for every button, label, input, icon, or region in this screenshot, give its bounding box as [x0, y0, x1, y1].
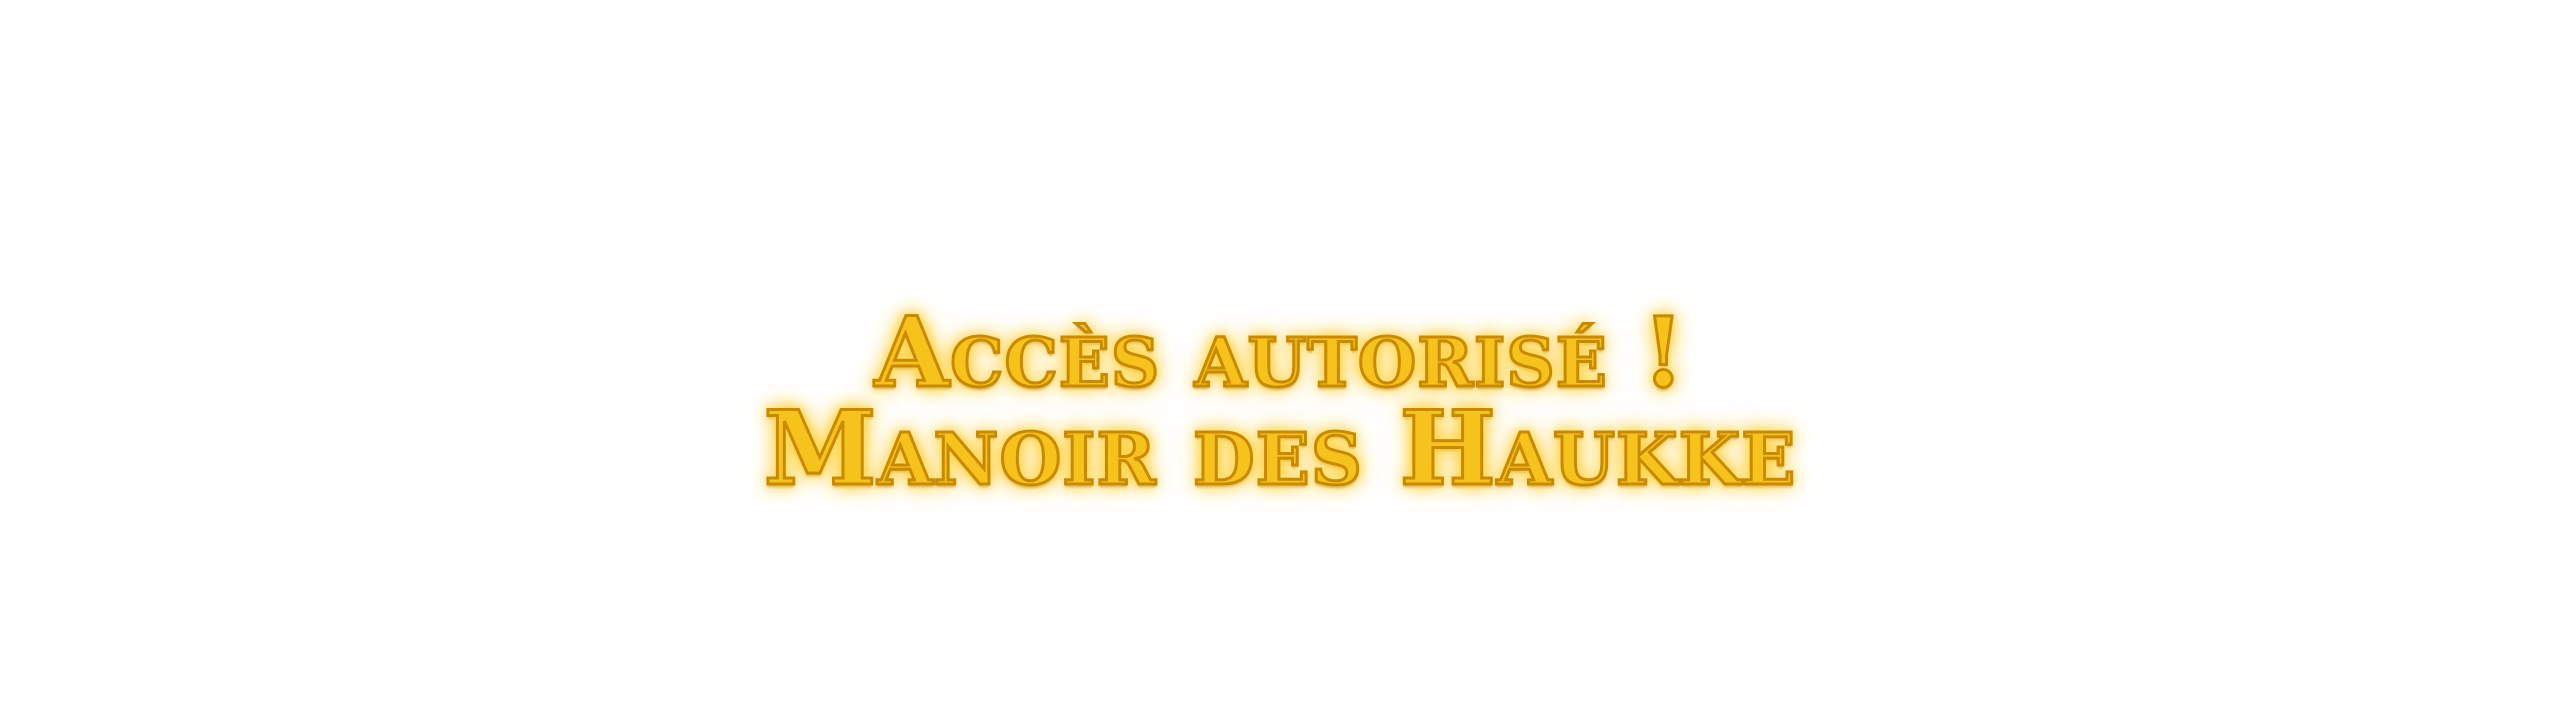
location-name: Manoir des Haukke — [762, 389, 1797, 509]
access-granted-title: Accès autorisé ! — [873, 296, 1686, 409]
game-screen: Accès autorisé ! Manoir des Haukke — [0, 0, 2560, 720]
area-unlock-banner: Accès autorisé ! Manoir des Haukke — [0, 296, 2560, 509]
